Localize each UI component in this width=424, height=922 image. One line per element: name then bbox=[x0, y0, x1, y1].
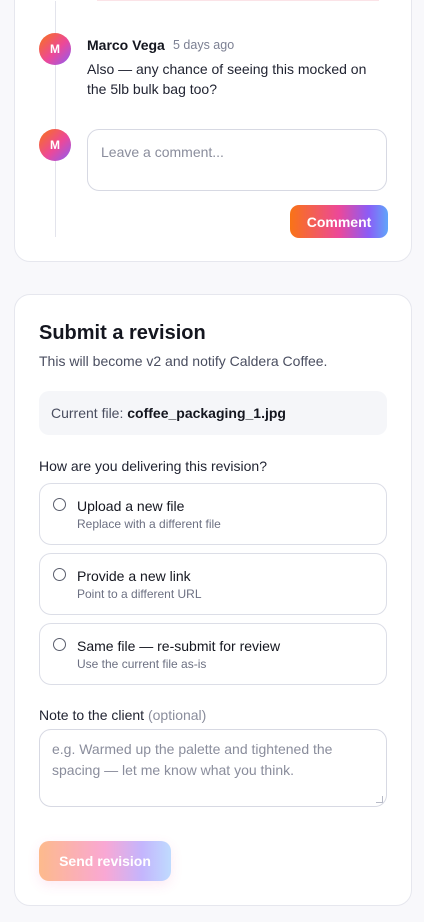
revision-card: Submit a revision This will become v2 an… bbox=[14, 294, 412, 906]
resize-handle-icon[interactable] bbox=[376, 796, 383, 803]
note-label: Note to the client (optional) bbox=[39, 707, 206, 723]
send-revision-button[interactable]: Send revision bbox=[39, 841, 171, 881]
comment-button[interactable]: Comment bbox=[290, 205, 388, 238]
revision-title: Submit a revision bbox=[39, 322, 206, 344]
comment-author: Marco Vega bbox=[87, 37, 165, 53]
current-file-label: Current file: bbox=[51, 405, 124, 421]
option-description: Replace with a different file bbox=[77, 517, 221, 531]
note-optional-tag: (optional) bbox=[147, 707, 207, 723]
option-label: Provide a new link bbox=[77, 568, 191, 584]
current-file-box: Current file: coffee_packaging_1.jpg bbox=[39, 391, 387, 435]
radio-unchecked-icon[interactable] bbox=[53, 498, 66, 511]
option-description: Point to a different URL bbox=[77, 587, 202, 601]
delivery-question: How are you delivering this revision? bbox=[39, 458, 267, 474]
comment-timestamp: 5 days ago bbox=[173, 38, 235, 52]
avatar: M bbox=[39, 33, 71, 65]
divider bbox=[97, 0, 379, 1]
comment-input[interactable]: Leave a comment... bbox=[87, 129, 387, 191]
option-description: Use the current file as-is bbox=[77, 657, 207, 671]
option-upload-new-file[interactable]: Upload a new file Replace with a differe… bbox=[39, 483, 387, 545]
option-provide-new-link[interactable]: Provide a new link Point to a different … bbox=[39, 553, 387, 615]
note-placeholder: e.g. Warmed up the palette and tightened… bbox=[52, 741, 333, 778]
current-file-name: coffee_packaging_1.jpg bbox=[127, 405, 286, 421]
option-label: Upload a new file bbox=[77, 498, 185, 514]
note-label-text: Note to the client bbox=[39, 707, 145, 723]
radio-unchecked-icon[interactable] bbox=[53, 638, 66, 651]
composer-avatar: M bbox=[39, 129, 71, 161]
comments-card: M Marco Vega 5 days ago Also — any chanc… bbox=[14, 0, 412, 262]
comment-text: Also — any chance of seeing this mocked … bbox=[87, 61, 367, 97]
option-label: Same file — re-submit for review bbox=[77, 638, 281, 654]
option-same-file[interactable]: Same file — re-submit for review Use the… bbox=[39, 623, 387, 685]
comment-input-placeholder: Leave a comment... bbox=[101, 144, 224, 160]
revision-subtitle: This will become v2 and notify Caldera C… bbox=[39, 353, 328, 369]
radio-unchecked-icon[interactable] bbox=[53, 568, 66, 581]
note-textarea[interactable]: e.g. Warmed up the palette and tightened… bbox=[39, 729, 387, 807]
